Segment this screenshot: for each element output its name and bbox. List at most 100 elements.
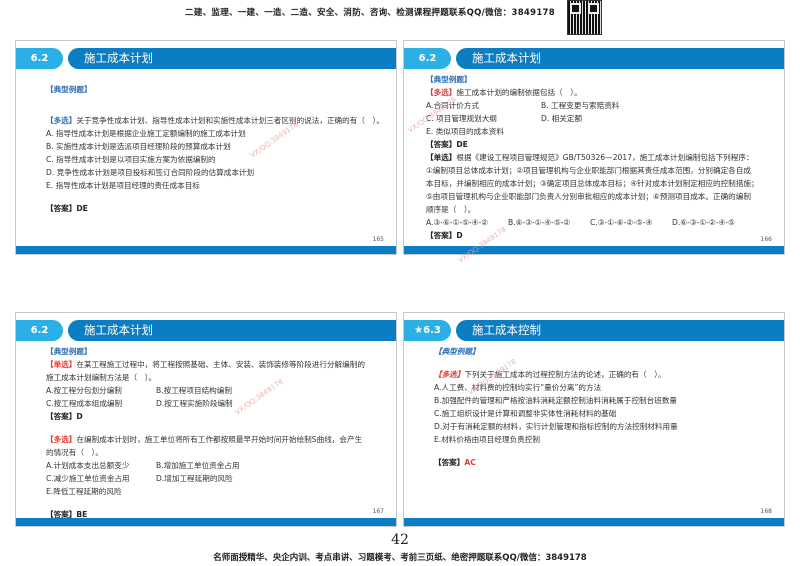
section-title: 施工成本计划 xyxy=(456,48,784,69)
answer-line: 【答案】D xyxy=(46,410,382,423)
slide-footer-bar xyxy=(16,518,396,526)
option-text: C.减少施工单位资金占用 xyxy=(46,474,130,483)
text-line: D. 竞争性成本计划是项目投标和签订合同阶段的估算成本计划 xyxy=(46,168,255,177)
text-line: 本目标，并编制相应的成本计划；③确定项目总体成本目标；④针对成本计划制定相应的控… xyxy=(426,179,759,188)
answer-label: 【答案】 xyxy=(46,204,77,213)
slide-header: 6.2 施工成本计划 xyxy=(404,48,784,69)
question-text: 施工成本计划的编制依据包括（ ）。 xyxy=(456,88,582,97)
answer-label: 【答案】 xyxy=(434,458,465,467)
option-row: A.按工程分包划分编制 B.按工程项目结构编制 xyxy=(46,384,382,397)
question-type-tag: 【多选】 xyxy=(434,370,465,379)
section-title: 施工成本计划 xyxy=(68,48,396,69)
option-text: C.③-①-⑥-②-⑤-④ xyxy=(590,218,653,227)
section-number: ★6.3 xyxy=(404,320,451,341)
slide-page-number: 167 xyxy=(372,508,384,515)
option-text: D. 相关定额 xyxy=(541,114,583,123)
text-line: B. 实施性成本计划是选派项目经理阶段的预算成本计划 xyxy=(46,142,231,151)
section-title: 施工成本控制 xyxy=(456,320,784,341)
page-number: 42 xyxy=(391,532,409,548)
question-line: 【多选】在编制成本计划时，施工单位将所有工作都按照最早开始时间开始绘制S曲线，会… xyxy=(46,433,382,446)
text-line: E. 指导性成本计划是项目经理的责任成本目标 xyxy=(46,181,200,190)
slide-header: ★6.3 施工成本控制 xyxy=(404,320,784,341)
bottom-banner: 名师面授精华、央企内训、考点串讲、习题模考、考前三页纸、绝密押题联系QQ/微信：… xyxy=(213,553,587,563)
question-text: 在某工程施工过程中，将工程按照基础、主体、安装、装饰装修等阶段进行分解编制的 xyxy=(76,360,365,369)
option-text: D.增加工程延期的风险 xyxy=(156,474,233,483)
slide-body: 【典型例题】【多选】施工成本计划的编制依据包括（ ）。 A.合同计价方式 B. 工程… xyxy=(426,73,770,242)
text-line: 顺序是（ ）。 xyxy=(426,205,476,214)
text-line: ⑤由项目管理机构与企业职能部门负责人分别审批相应的成本计划；⑥预测项目成本。正确… xyxy=(426,192,751,201)
option-row: A.合同计价方式 B. 工程变更与索赔资料 xyxy=(426,99,770,112)
text-line: 施工成本计划编制方法是（ ）。 xyxy=(46,373,157,382)
question-text: 在编制成本计划时，施工单位将所有工作都按照最早开始时间开始绘制S曲线，会产生 xyxy=(76,435,363,444)
answer-line: 【答案】AC xyxy=(434,456,770,469)
answer-label: 【答案】 xyxy=(426,140,457,149)
question-type-tag: 【多选】 xyxy=(46,435,77,444)
option-row: A.计划成本支出总额变少 B.增加施工单位资金占用 xyxy=(46,459,382,472)
question-type-tag: 【多选】 xyxy=(46,116,77,125)
option-text: A.③-⑥-①-⑤-④-② xyxy=(426,218,489,227)
answer-value: DE xyxy=(456,140,468,149)
slide-header: 6.2 施工成本计划 xyxy=(16,320,396,341)
option-row: C.减少施工单位资金占用 D.增加工程延期的风险 xyxy=(46,472,382,485)
section-number: 6.2 xyxy=(16,48,63,69)
slide-footer-bar xyxy=(404,246,784,254)
option-text: D.⑥-③-①-②-④-⑤ xyxy=(672,218,735,227)
question-line: 【单选】在某工程施工过程中，将工程按照基础、主体、安装、装饰装修等阶段进行分解编… xyxy=(46,358,382,371)
example-heading: 【典型例题】 xyxy=(46,347,92,356)
section-number: 6.2 xyxy=(16,320,63,341)
text-line: E.材料价格由项目经理负责控制 xyxy=(434,435,540,444)
question-type-tag: 【单选】 xyxy=(426,153,457,162)
example-heading: 【典型例题】 xyxy=(434,347,480,356)
answer-value: DE xyxy=(76,204,88,213)
text-line: C.施工组织设计是计算和调整非实体性消耗材料的基础 xyxy=(434,409,617,418)
example-heading: 【典型例题】 xyxy=(426,75,472,84)
option-text: C.按工程成本组成编制 xyxy=(46,399,123,408)
top-banner-text: 二建、监理、一建、一造、二造、安全、消防、咨询、检测课程押题联系QQ/微信：38… xyxy=(185,8,555,18)
example-heading: 【典型例题】 xyxy=(46,85,92,94)
answer-line: 【答案】DE xyxy=(46,202,382,215)
answer-value: AC xyxy=(464,458,476,467)
text-line: ①编制项目总体成本计划；②项目管理机构与企业职能部门根据其责任成本范围，分别确定… xyxy=(426,166,751,175)
slide-body: 【典型例题】 【多选】下列关于施工成本的过程控制方法的论述，正确的有（ ）。 A.人… xyxy=(434,345,770,469)
answer-line: 【答案】D xyxy=(426,229,770,242)
question-text: 根据《建设工程项目管理规范》GB/T50326—2017，施工成本计划编制包括下… xyxy=(456,153,754,162)
slide-body: 【典型例题】 【单选】在某工程施工过程中，将工程按照基础、主体、安装、装饰装修等阶… xyxy=(46,345,382,521)
question-line: 【多选】关于竞争性成本计划、指导性成本计划和实施性成本计划三者区别的说法，正确的… xyxy=(46,114,384,127)
text-line: C. 指导性成本计划是以项目实施方案为依据编制的 xyxy=(46,155,216,164)
option-text: B.⑥-③-①-④-⑤-② xyxy=(508,218,571,227)
slide-page-number: 168 xyxy=(760,508,772,515)
option-row: A.③-⑥-①-⑤-④-② B.⑥-③-①-④-⑤-② C.③-①-⑥-②-⑤-④ D… xyxy=(426,216,770,229)
section-title: 施工成本计划 xyxy=(68,320,396,341)
question-text: 关于竞争性成本计划、指导性成本计划和实施性成本计划三者区别的说法，正确的有（ ）… xyxy=(76,116,384,125)
option-text: B. 工程变更与索赔资料 xyxy=(541,101,620,110)
qr-code-image xyxy=(567,0,602,35)
slide-footer-bar xyxy=(404,518,784,526)
section-number: 6.2 xyxy=(404,48,451,69)
option-text: A.计划成本支出总额变少 xyxy=(46,461,130,470)
slide-page-number: 165 xyxy=(372,236,384,243)
text-line: 的情况有（ ）。 xyxy=(46,448,103,457)
question-line: 【多选】施工成本计划的编制依据包括（ ）。 xyxy=(426,86,770,99)
option-text: B.增加施工单位资金占用 xyxy=(156,461,240,470)
slide-header: 6.2 施工成本计划 xyxy=(16,48,396,69)
slide-body: 【典型例题】 【多选】关于竞争性成本计划、指导性成本计划和实施性成本计划三者区别的… xyxy=(46,73,384,215)
question-type-tag: 【单选】 xyxy=(46,360,77,369)
text-line: E.降低工程延期的风险 xyxy=(46,487,122,496)
text-line: E. 类似项目的成本资料 xyxy=(426,127,504,136)
option-row: C. 项目管理规划大纲 D. 相关定额 xyxy=(426,112,770,125)
answer-label: 【答案】 xyxy=(46,412,77,421)
option-text: C. 项目管理规划大纲 xyxy=(426,114,497,123)
option-text: A.按工程分包划分编制 xyxy=(46,386,122,395)
slide: 6.2 施工成本计划【典型例题】【多选】施工成本计划的编制依据包括（ ）。 A.合同… xyxy=(403,40,785,264)
option-text: B.按工程项目结构编制 xyxy=(156,386,232,395)
text-line: B.加强配件的管理和严格按油料消耗定额控制油料消耗属于控制台班数量 xyxy=(434,396,678,405)
answer-value: D xyxy=(76,412,83,421)
text-line: D.对于有消耗定额的材料，实行计划管理和指标控制的方法控制材料用量 xyxy=(434,422,678,431)
slide-footer-bar xyxy=(16,246,396,254)
question-line: 【单选】根据《建设工程项目管理规范》GB/T50326—2017，施工成本计划编… xyxy=(426,151,770,164)
top-banner: 二建、监理、一建、一造、二造、安全、消防、咨询、检测课程押题联系QQ/微信：38… xyxy=(0,6,800,18)
slide: 6.2 施工成本计划 【典型例题】 【单选】在某工程施工过程中，将工程按照基础、主体、… xyxy=(15,312,397,527)
slide-page-number: 166 xyxy=(760,236,772,243)
answer-value: D xyxy=(456,231,463,240)
answer-label: 【答案】 xyxy=(426,231,457,240)
